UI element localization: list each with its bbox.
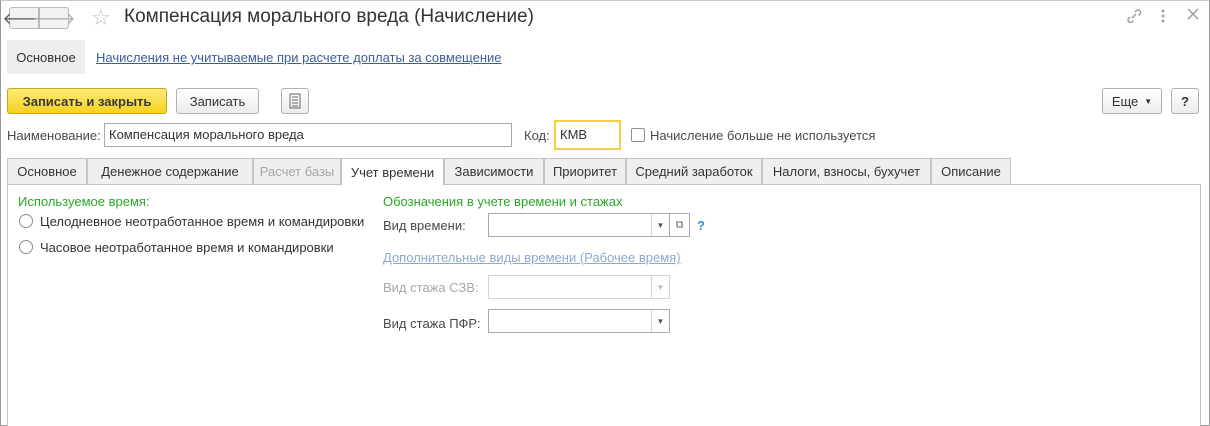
name-field[interactable]: Компенсация морального вреда <box>104 123 512 147</box>
tab-time[interactable]: Учет времени <box>341 158 444 186</box>
radio-full-day-label: Целодневное неотработанное время и коман… <box>40 214 365 229</box>
help-icon[interactable]: ? <box>697 218 705 233</box>
unused-checkbox[interactable] <box>631 128 645 142</box>
code-field[interactable]: КМВ <box>554 120 621 150</box>
tab-money[interactable]: Денежное содержание <box>87 158 253 185</box>
pfr-label: Вид стажа ПФР: <box>383 316 481 331</box>
tab-avg-earnings[interactable]: Средний заработок <box>626 158 762 185</box>
tab-main[interactable]: Основное <box>7 158 87 185</box>
radio-hourly-label: Часовое неотработанное время и командиро… <box>40 240 334 255</box>
more-icon[interactable] <box>1160 8 1166 28</box>
save-button[interactable]: Записать <box>176 88 259 114</box>
close-icon[interactable] <box>1186 7 1200 25</box>
time-type-select[interactable]: ▼ <box>488 213 670 237</box>
window-title: Компенсация морального вреда (Начисление… <box>124 6 534 27</box>
radio-hourly[interactable] <box>19 240 33 254</box>
forward-button[interactable]: 🡒 <box>33 7 75 29</box>
tab-base-calc[interactable]: Расчет базы <box>253 158 341 185</box>
list-icon <box>289 93 301 109</box>
nav-link-accruals[interactable]: Начисления не учитываемые при расчете до… <box>96 50 502 65</box>
report-button[interactable] <box>281 88 309 114</box>
chevron-down-icon[interactable]: ▼ <box>651 310 669 332</box>
nav-main[interactable]: Основное <box>7 40 85 74</box>
tab-description[interactable]: Описание <box>931 158 1011 185</box>
save-and-close-button[interactable]: Записать и закрыть <box>7 88 167 114</box>
tab-priority[interactable]: Приоритет <box>544 158 626 185</box>
designations-title: Обозначения в учете времени и стажах <box>383 194 623 209</box>
more-actions-button[interactable]: Еще ▼ <box>1102 88 1162 114</box>
extra-time-types-link[interactable]: Дополнительные виды времени (Рабочее вре… <box>383 250 681 265</box>
szv-label: Вид стажа СЗВ: <box>383 280 479 295</box>
open-icon[interactable]: ⧉ <box>670 213 690 237</box>
tab-taxes[interactable]: Налоги, взносы, бухучет <box>762 158 931 185</box>
time-type-label: Вид времени: <box>383 218 466 233</box>
pfr-select[interactable]: ▼ <box>488 309 670 333</box>
code-label: Код: <box>524 128 550 143</box>
chevron-down-icon: ▼ <box>1144 96 1153 106</box>
tab-dependencies[interactable]: Зависимости <box>444 158 544 185</box>
unused-label: Начисление больше не используется <box>650 128 876 143</box>
name-label: Наименование: <box>7 128 101 143</box>
szv-select[interactable]: ▼ <box>488 275 670 299</box>
chevron-down-icon[interactable]: ▼ <box>651 214 669 236</box>
used-time-title: Используемое время: <box>18 194 150 209</box>
arrow-right-icon: 🡒 <box>32 10 76 28</box>
link-icon[interactable] <box>1126 8 1142 28</box>
help-button[interactable]: ? <box>1171 88 1199 114</box>
radio-full-day[interactable] <box>19 214 33 228</box>
chevron-down-icon[interactable]: ▼ <box>651 276 669 298</box>
more-actions-label: Еще <box>1111 93 1139 109</box>
star-icon[interactable]: ☆ <box>91 5 111 31</box>
